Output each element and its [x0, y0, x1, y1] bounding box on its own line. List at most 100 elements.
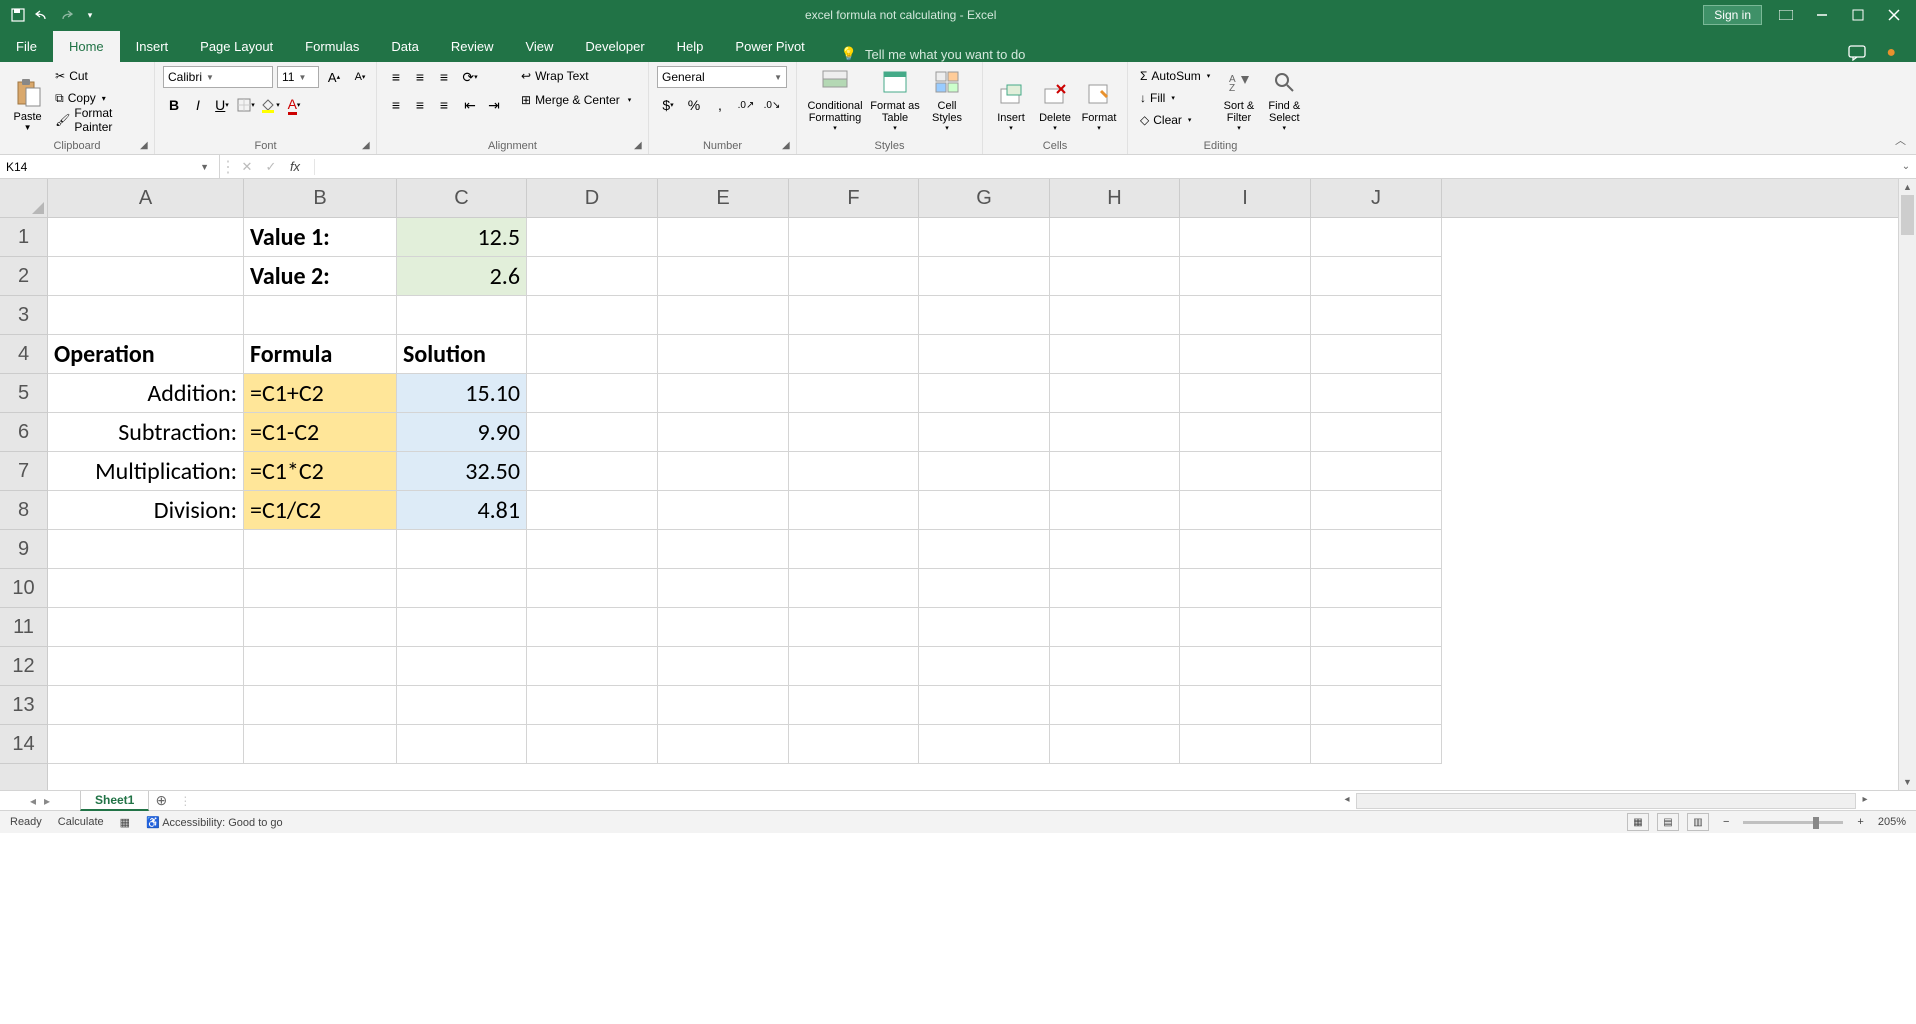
cell-C13[interactable]: [397, 686, 527, 725]
save-icon[interactable]: [10, 7, 26, 23]
cell-E11[interactable]: [658, 608, 789, 647]
cell-H2[interactable]: [1050, 257, 1180, 296]
paste-button[interactable]: Paste ▼: [8, 66, 47, 132]
cell-I3[interactable]: [1180, 296, 1311, 335]
row-header-14[interactable]: 14: [0, 725, 47, 764]
font-size-combo[interactable]: 11▼: [277, 66, 319, 88]
add-sheet-button[interactable]: ⊕: [149, 792, 173, 809]
clipboard-launcher-icon[interactable]: ◢: [140, 140, 152, 152]
align-bottom-icon[interactable]: ≡: [433, 66, 455, 88]
tell-me-search[interactable]: 💡 Tell me what you want to do: [841, 46, 1026, 62]
cell-D10[interactable]: [527, 569, 658, 608]
cancel-formula-icon[interactable]: ✕: [236, 159, 258, 175]
cell-D3[interactable]: [527, 296, 658, 335]
fill-color-button[interactable]: ▾: [259, 94, 281, 116]
underline-button[interactable]: U▾: [211, 94, 233, 116]
cell-A14[interactable]: [48, 725, 244, 764]
decrease-indent-icon[interactable]: ⇤: [459, 94, 481, 116]
cell-F1[interactable]: [789, 218, 919, 257]
cell-F2[interactable]: [789, 257, 919, 296]
cell-I11[interactable]: [1180, 608, 1311, 647]
cell-H10[interactable]: [1050, 569, 1180, 608]
cell-E2[interactable]: [658, 257, 789, 296]
cell-B7[interactable]: =C1*C2: [244, 452, 397, 491]
number-launcher-icon[interactable]: ◢: [782, 140, 794, 152]
cell-D5[interactable]: [527, 374, 658, 413]
cell-I8[interactable]: [1180, 491, 1311, 530]
wraptext-button[interactable]: ↩Wrap Text: [517, 66, 635, 86]
redo-icon[interactable]: [58, 7, 74, 23]
cell-F7[interactable]: [789, 452, 919, 491]
align-left-icon[interactable]: ≡: [385, 94, 407, 116]
cell-I9[interactable]: [1180, 530, 1311, 569]
tab-file[interactable]: File: [0, 31, 53, 62]
cell-D2[interactable]: [527, 257, 658, 296]
cell-C7[interactable]: 32.50: [397, 452, 527, 491]
cell-H14[interactable]: [1050, 725, 1180, 764]
fx-icon[interactable]: fx: [284, 159, 306, 174]
cell-H5[interactable]: [1050, 374, 1180, 413]
cell-C11[interactable]: [397, 608, 527, 647]
pagelayout-view-icon[interactable]: ▤: [1657, 813, 1679, 831]
row-header-5[interactable]: 5: [0, 374, 47, 413]
cell-I12[interactable]: [1180, 647, 1311, 686]
col-header-F[interactable]: F: [789, 179, 919, 217]
cell-G9[interactable]: [919, 530, 1050, 569]
tab-insert[interactable]: Insert: [120, 31, 185, 62]
scroll-up-icon[interactable]: ▲: [1899, 179, 1916, 195]
font-launcher-icon[interactable]: ◢: [362, 140, 374, 152]
row-header-11[interactable]: 11: [0, 608, 47, 647]
pagebreak-view-icon[interactable]: ▥: [1687, 813, 1709, 831]
cell-E10[interactable]: [658, 569, 789, 608]
conditional-formatting-button[interactable]: Conditional Formatting▾: [805, 66, 865, 132]
align-center-icon[interactable]: ≡: [409, 94, 431, 116]
cell-I4[interactable]: [1180, 335, 1311, 374]
name-box[interactable]: ▼: [0, 155, 220, 178]
format-table-button[interactable]: Format as Table▾: [869, 66, 921, 132]
font-name-combo[interactable]: Calibri▼: [163, 66, 273, 88]
cell-J2[interactable]: [1311, 257, 1442, 296]
orientation-icon[interactable]: ⟳▾: [459, 66, 481, 88]
cell-H4[interactable]: [1050, 335, 1180, 374]
qat-dropdown-icon[interactable]: ▾: [82, 7, 98, 23]
cell-C5[interactable]: 15.10: [397, 374, 527, 413]
cell-J3[interactable]: [1311, 296, 1442, 335]
name-box-arrow-icon[interactable]: ▼: [196, 162, 213, 172]
cell-E13[interactable]: [658, 686, 789, 725]
cell-E5[interactable]: [658, 374, 789, 413]
cell-D1[interactable]: [527, 218, 658, 257]
comma-button[interactable]: ,: [709, 94, 731, 116]
cell-A5[interactable]: Addition:: [48, 374, 244, 413]
tab-developer[interactable]: Developer: [569, 31, 660, 62]
decrease-decimal-icon[interactable]: .0↘: [761, 94, 783, 116]
cell-D12[interactable]: [527, 647, 658, 686]
cell-G2[interactable]: [919, 257, 1050, 296]
cell-A9[interactable]: [48, 530, 244, 569]
cell-C8[interactable]: 4.81: [397, 491, 527, 530]
collapse-ribbon-icon[interactable]: ︿: [1895, 132, 1906, 148]
tab-home[interactable]: Home: [53, 31, 120, 62]
cell-H7[interactable]: [1050, 452, 1180, 491]
cell-C10[interactable]: [397, 569, 527, 608]
cell-I7[interactable]: [1180, 452, 1311, 491]
horizontal-scrollbar[interactable]: ◂ ▸: [1356, 793, 1856, 809]
cell-H11[interactable]: [1050, 608, 1180, 647]
cell-F10[interactable]: [789, 569, 919, 608]
cell-E3[interactable]: [658, 296, 789, 335]
row-header-13[interactable]: 13: [0, 686, 47, 725]
align-middle-icon[interactable]: ≡: [409, 66, 431, 88]
cell-H1[interactable]: [1050, 218, 1180, 257]
cell-A13[interactable]: [48, 686, 244, 725]
cell-F3[interactable]: [789, 296, 919, 335]
cell-D14[interactable]: [527, 725, 658, 764]
col-header-A[interactable]: A: [48, 179, 244, 217]
cell-C3[interactable]: [397, 296, 527, 335]
cell-A6[interactable]: Subtraction:: [48, 413, 244, 452]
cell-C12[interactable]: [397, 647, 527, 686]
borders-button[interactable]: ▾: [235, 94, 257, 116]
row-header-4[interactable]: 4: [0, 335, 47, 374]
fill-button[interactable]: ↓Fill▾: [1136, 88, 1214, 108]
macro-record-icon[interactable]: ▦: [120, 816, 130, 829]
cell-A3[interactable]: [48, 296, 244, 335]
cell-J8[interactable]: [1311, 491, 1442, 530]
